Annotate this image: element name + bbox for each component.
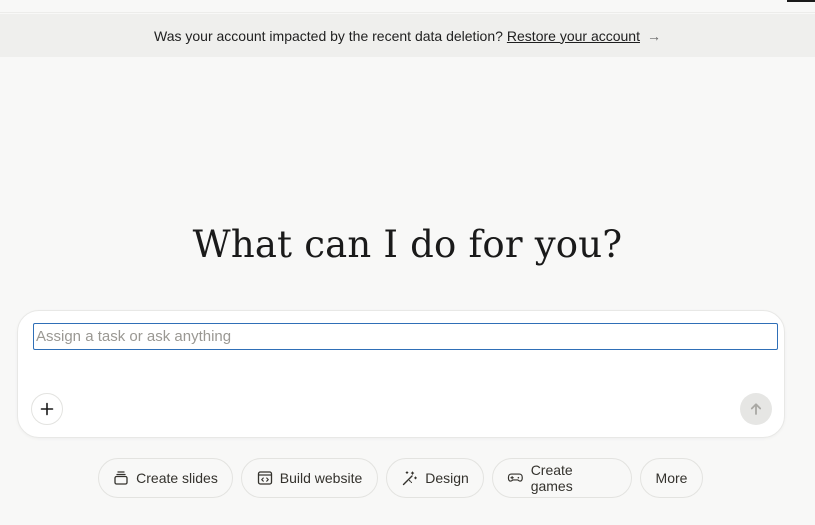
attach-button[interactable] (31, 393, 63, 425)
design-label: Design (425, 470, 469, 486)
magic-wand-icon (403, 470, 418, 485)
task-composer (17, 310, 785, 438)
gamepad-icon (507, 473, 523, 482)
create-games-label: Create games (530, 462, 573, 494)
notice-banner: Was your account impacted by the recent … (0, 14, 815, 57)
arrow-up-icon (750, 403, 762, 415)
slides-icon (114, 471, 128, 485)
more-button[interactable]: More (640, 458, 703, 498)
arrow-right-icon[interactable]: → (647, 28, 661, 44)
design-button[interactable]: Design (386, 458, 484, 498)
plus-icon (40, 402, 54, 416)
restore-account-link[interactable]: Restore your account (507, 28, 640, 44)
code-window-icon (257, 471, 272, 485)
more-label: More (655, 470, 688, 486)
create-slides-button[interactable]: Create slides (98, 458, 233, 498)
build-website-button[interactable]: Build website (241, 458, 378, 498)
task-input[interactable] (33, 323, 778, 350)
build-website-label: Build website (279, 470, 363, 486)
window-corner-mark (787, 0, 815, 2)
create-slides-label: Create slides (136, 470, 218, 486)
page-headline: What can I do for you? (192, 223, 623, 266)
send-button[interactable] (740, 393, 772, 425)
create-games-button[interactable]: Create games (492, 458, 632, 498)
quick-actions: Create slides Build website Design Creat… (0, 458, 815, 498)
top-strip (0, 0, 815, 13)
banner-message: Was your account impacted by the recent … (154, 27, 503, 44)
